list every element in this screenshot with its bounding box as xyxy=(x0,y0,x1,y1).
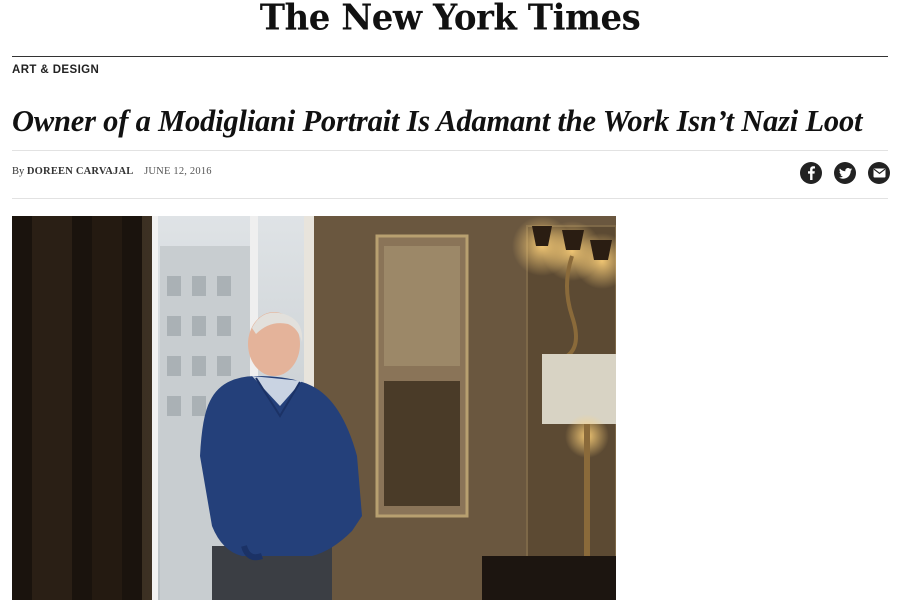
publish-date: JUNE 12, 2016 xyxy=(144,166,212,177)
twitter-icon xyxy=(838,167,852,179)
article-photo[interactable] xyxy=(12,216,616,600)
headline-divider xyxy=(12,150,888,151)
nyt-logo[interactable]: The New York Times xyxy=(260,0,641,39)
share-tools xyxy=(800,162,890,184)
facebook-share-button[interactable] xyxy=(800,162,822,184)
author-name[interactable]: DOREEN CARVAJAL xyxy=(27,166,134,177)
section-label[interactable]: ART & DESIGN xyxy=(12,64,99,76)
article-headline: Owner of a Modigliani Portrait Is Adaman… xyxy=(12,104,863,138)
byline-divider xyxy=(12,198,888,199)
masthead: The New York Times xyxy=(0,0,900,44)
byline: By DOREEN CARVAJAL JUNE 12, 2016 xyxy=(12,166,212,177)
byline-prefix: By xyxy=(12,166,25,177)
facebook-icon xyxy=(808,166,815,180)
email-icon xyxy=(873,168,885,178)
twitter-share-button[interactable] xyxy=(834,162,856,184)
photo-illustration xyxy=(12,216,616,600)
masthead-divider xyxy=(12,56,888,57)
email-share-button[interactable] xyxy=(868,162,890,184)
